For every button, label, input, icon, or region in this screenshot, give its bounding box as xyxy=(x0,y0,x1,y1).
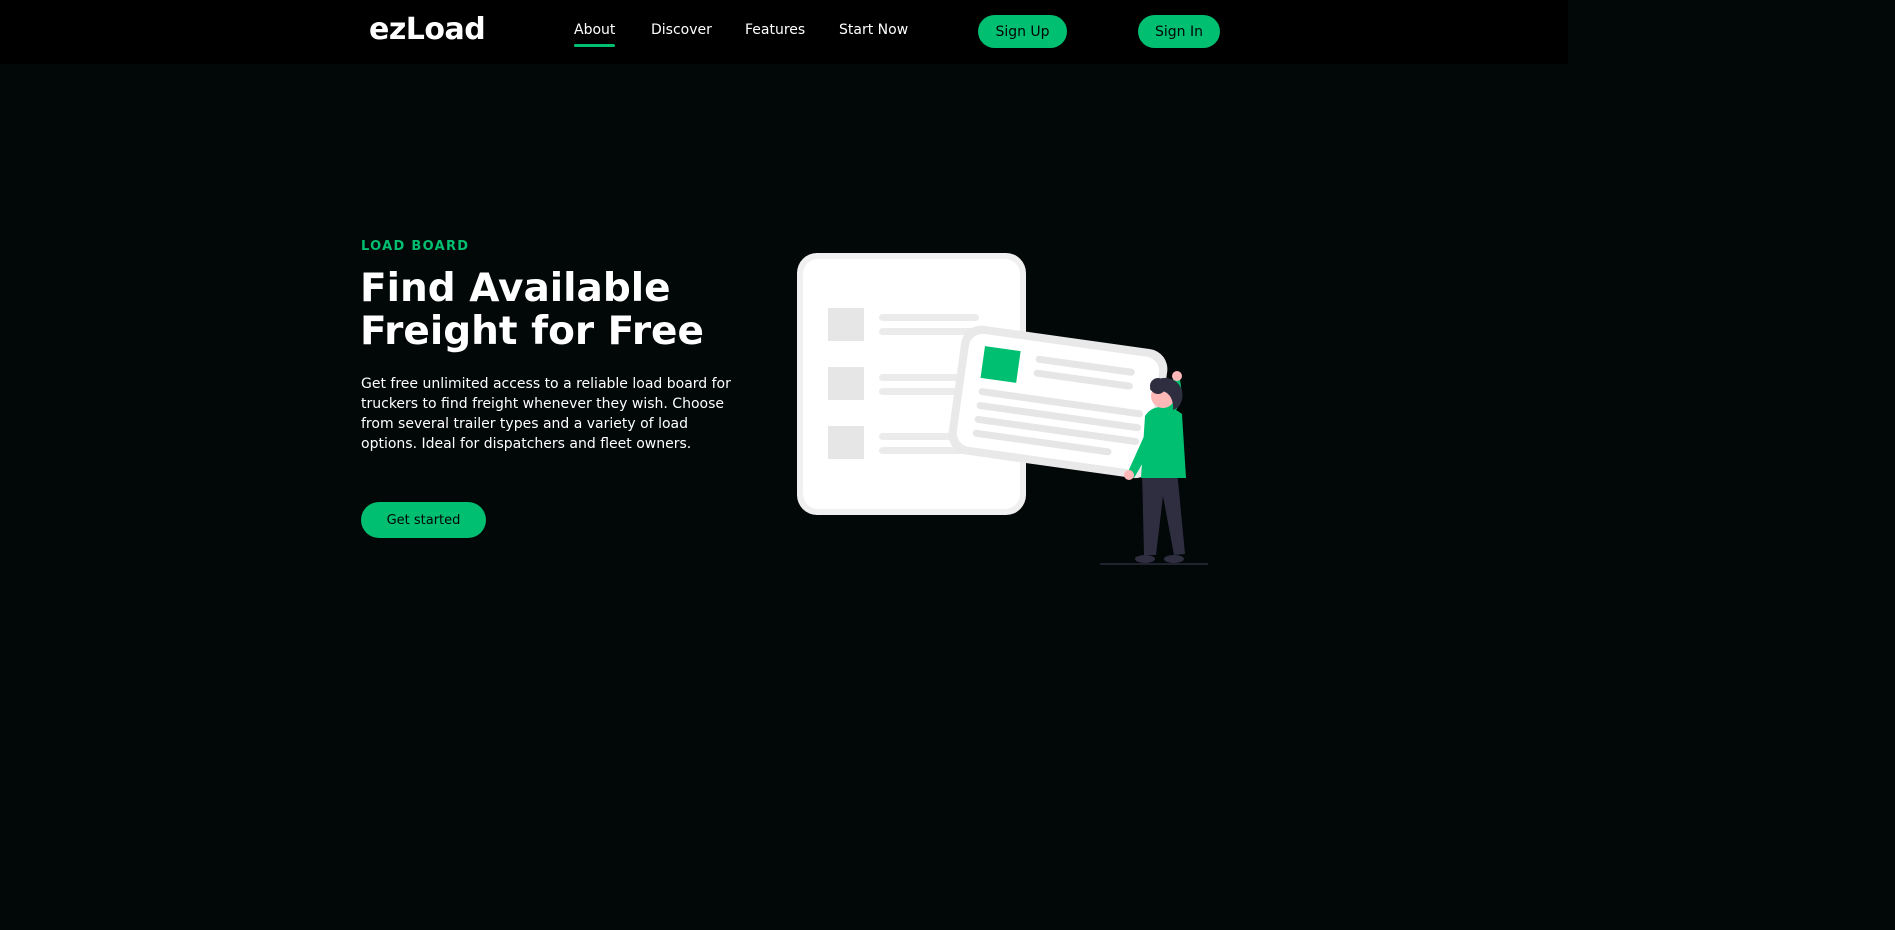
hero-description: Get free unlimited access to a reliable … xyxy=(361,376,731,452)
navbar: ezLoad About Discover Features Start Now… xyxy=(0,0,1568,64)
brand-logo[interactable]: ezLoad xyxy=(369,12,486,47)
get-started-button[interactable]: Get started xyxy=(361,502,486,538)
nav-link-discover[interactable]: Discover xyxy=(651,22,712,38)
sign-up-button[interactable]: Sign Up xyxy=(978,15,1067,48)
hero-headline: Find Available Freight for Free xyxy=(360,266,704,354)
nav-link-start-now[interactable]: Start Now xyxy=(839,22,908,38)
hero-eyebrow: LOAD BOARD xyxy=(361,239,470,254)
person-holding-card-illustration xyxy=(797,253,1208,565)
sign-in-button[interactable]: Sign In xyxy=(1138,15,1220,48)
nav-link-about[interactable]: About xyxy=(574,22,616,47)
nav-link-features[interactable]: Features xyxy=(745,22,805,38)
